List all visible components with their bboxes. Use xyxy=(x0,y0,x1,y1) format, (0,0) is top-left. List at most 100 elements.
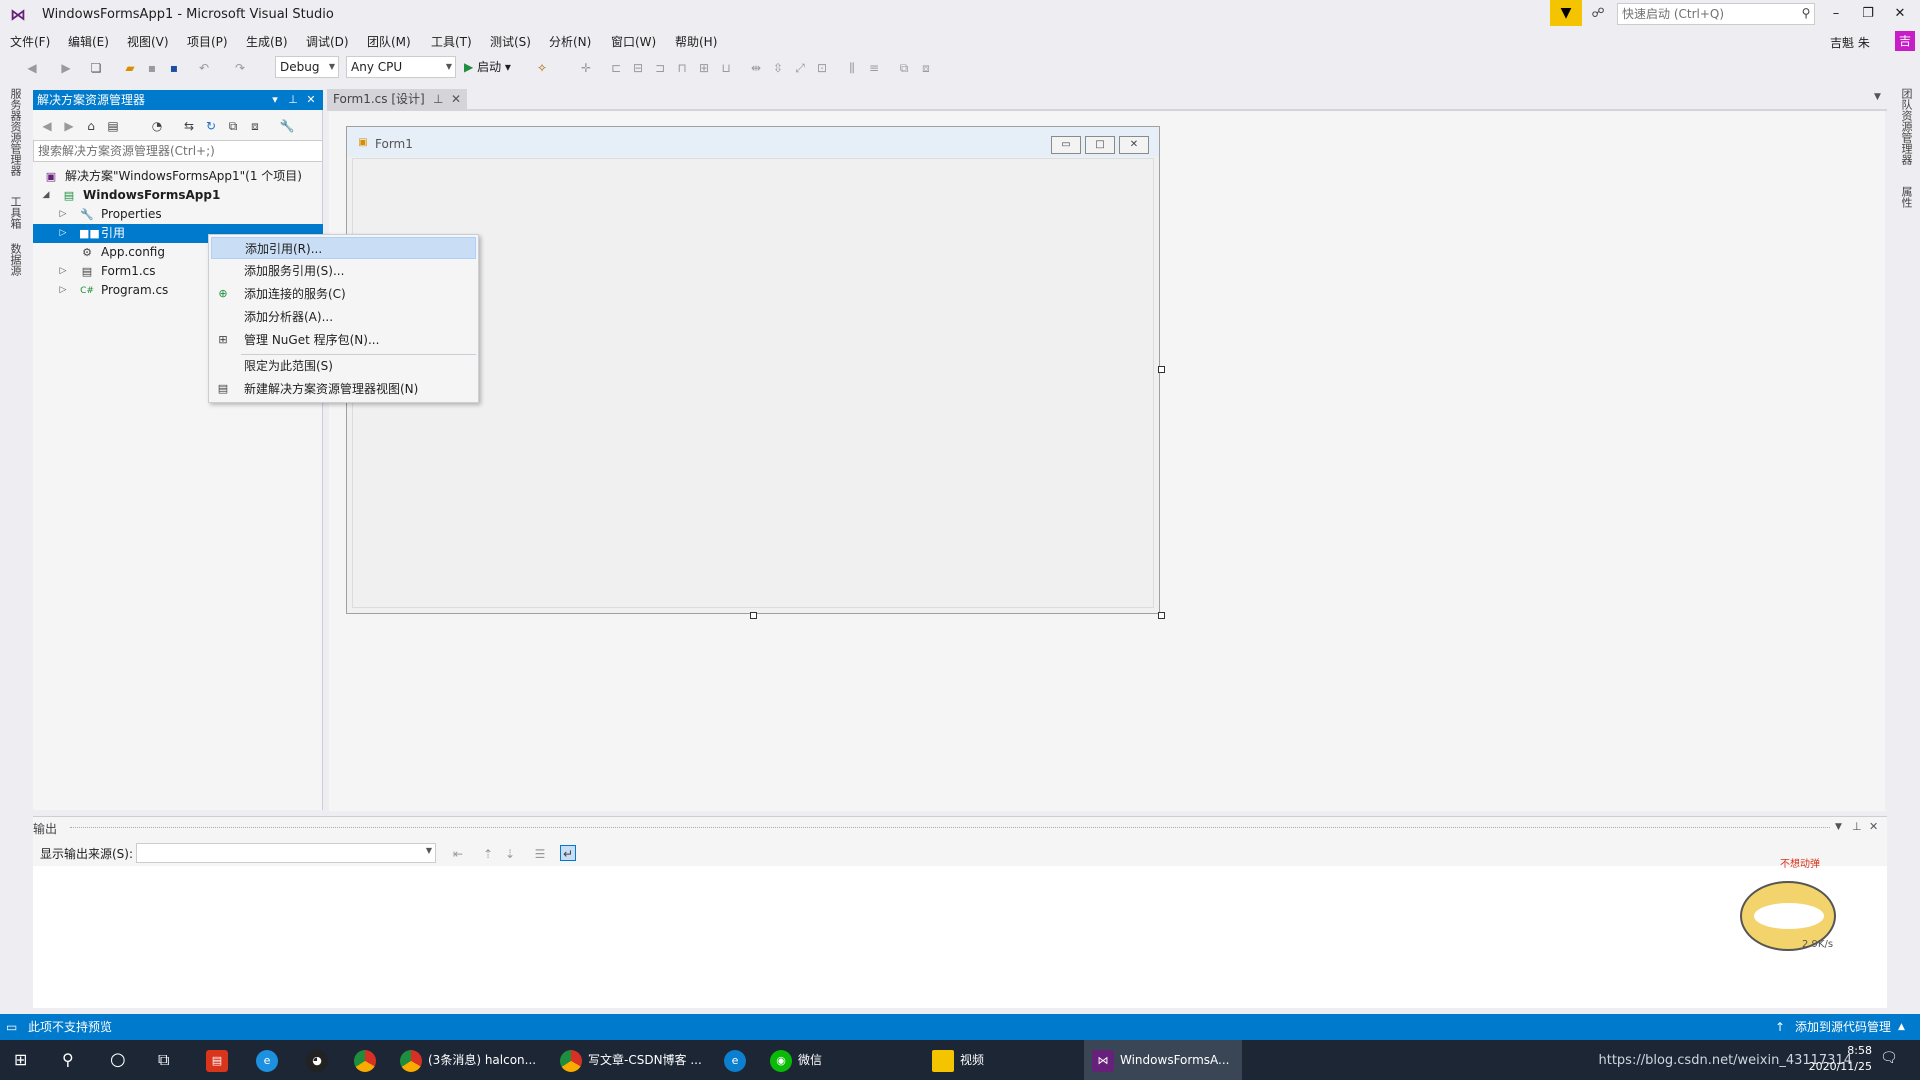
start-debug-button[interactable]: ▶ 启动 ▾ xyxy=(464,58,511,75)
close-icon[interactable]: ✕ xyxy=(303,90,319,110)
align-tops-icon[interactable]: ⊓ xyxy=(674,60,690,76)
tree-item-project[interactable]: ◢ ▤ WindowsFormsApp1 xyxy=(33,186,323,205)
expand-arrow-icon[interactable]: ◢ xyxy=(40,186,52,205)
tree-item-solution[interactable]: ▣ 解决方案"WindowsFormsApp1"(1 个项目) xyxy=(33,167,323,186)
clock-time[interactable]: 8:58 xyxy=(1809,1043,1872,1059)
close-icon[interactable]: ✕ xyxy=(451,89,461,109)
vertical-spacing-icon[interactable]: ≡ xyxy=(866,60,882,76)
pin-icon[interactable]: ⊥ xyxy=(1852,820,1862,833)
prev-message-icon[interactable]: ⇡ xyxy=(480,846,496,862)
menu-scope-to-this[interactable]: 限定为此范围(S) xyxy=(211,355,476,377)
new-project-icon[interactable]: ❏ xyxy=(88,60,104,76)
clear-all-icon[interactable]: ☰ xyxy=(532,846,548,862)
align-centers-icon[interactable]: ⊟ xyxy=(630,60,646,76)
pending-changes-icon[interactable]: ◔ xyxy=(149,118,165,134)
minimize-button[interactable]: – xyxy=(1820,2,1852,26)
ie-icon[interactable]: e xyxy=(256,1040,284,1080)
chevron-down-icon[interactable]: ▼ xyxy=(1874,92,1881,102)
qq-icon[interactable]: ◕ xyxy=(306,1040,334,1080)
menu-add-connected-service[interactable]: ⊕ 添加连接的服务(C) xyxy=(211,283,476,305)
app-red-icon[interactable]: ▤ xyxy=(206,1040,234,1080)
menu-team[interactable]: 团队(M) xyxy=(367,33,411,50)
menu-file[interactable]: 文件(F) xyxy=(10,33,50,50)
chevron-down-icon[interactable]: ▾ xyxy=(267,90,283,110)
taskbar-item-chrome-csdn[interactable]: 写文章-CSDN博客 ... xyxy=(560,1040,710,1080)
menu-build[interactable]: 生成(B) xyxy=(246,33,288,50)
tab-properties[interactable]: 属性 xyxy=(1898,186,1914,208)
taskbar-item-visual-studio[interactable]: ⋈ WindowsFormsA... xyxy=(1084,1040,1242,1080)
restore-button[interactable]: ❐ xyxy=(1852,2,1884,26)
close-button[interactable]: ✕ xyxy=(1884,2,1916,26)
menu-add-analyzer[interactable]: 添加分析器(A)... xyxy=(211,306,476,328)
word-wrap-icon[interactable]: ↵ xyxy=(560,845,576,861)
taskbar-item-wechat[interactable]: ◉ 微信 xyxy=(770,1040,920,1080)
show-all-files-icon[interactable]: ⧈ xyxy=(247,118,263,134)
search-icon[interactable]: ⚲ xyxy=(62,1040,74,1080)
menu-tools[interactable]: 工具(T) xyxy=(431,33,472,50)
pin-icon[interactable]: ⊥ xyxy=(433,89,443,109)
solution-explorer-search-input[interactable]: 搜索解决方案资源管理器(Ctrl+;) xyxy=(33,140,323,162)
horizontal-spacing-icon[interactable]: ⫼ xyxy=(844,60,860,76)
chevron-down-icon[interactable]: ▼ xyxy=(1835,822,1842,832)
open-file-icon[interactable]: ▰ xyxy=(122,60,138,76)
home-icon[interactable]: ⌂ xyxy=(83,118,99,134)
notification-filter-icon[interactable]: ▼ xyxy=(1550,0,1582,26)
send-to-back-icon[interactable]: ⧈ xyxy=(918,60,934,76)
solution-config-select[interactable]: Debug ▼ xyxy=(275,56,339,78)
resize-handle-right[interactable] xyxy=(1158,366,1165,373)
align-bottoms-icon[interactable]: ⊔ xyxy=(718,60,734,76)
clock-date[interactable]: 2020/11/25 xyxy=(1809,1059,1872,1075)
make-same-size-icon[interactable]: ⊡ xyxy=(814,60,830,76)
output-source-select[interactable]: ▼ xyxy=(136,843,436,863)
tree-item-properties[interactable]: ▷ 🔧 Properties xyxy=(33,205,323,224)
menu-new-explorer-view[interactable]: ▤ 新建解决方案资源管理器视图(N) xyxy=(211,378,476,400)
make-same-height-icon[interactable]: ⇳ xyxy=(770,60,786,76)
menu-manage-nuget[interactable]: ⊞ 管理 NuGet 程序包(N)... xyxy=(211,329,476,351)
forward-icon[interactable]: ▶ xyxy=(58,60,74,76)
align-rights-icon[interactable]: ⊐ xyxy=(652,60,668,76)
task-view-icon[interactable]: ⧉ xyxy=(158,1040,169,1080)
resize-handle-bottom[interactable] xyxy=(750,612,757,619)
output-text-area[interactable] xyxy=(33,866,1887,1008)
back-icon[interactable]: ◀ xyxy=(39,118,55,134)
menu-add-reference[interactable]: 添加引用(R)... xyxy=(211,237,476,259)
tab-data-sources[interactable]: 数据源 xyxy=(7,243,23,276)
windows-start-icon[interactable]: ⊞ xyxy=(14,1040,27,1080)
sync-icon[interactable]: ⇆ xyxy=(181,118,197,134)
switch-views-icon[interactable]: ▤ xyxy=(105,118,121,134)
find-message-icon[interactable]: ⇤ xyxy=(450,846,466,862)
pin-icon[interactable]: ⊥ xyxy=(285,90,301,110)
bring-to-front-icon[interactable]: ⧉ xyxy=(896,60,912,76)
save-all-icon[interactable]: ▪ xyxy=(166,60,182,76)
cortana-icon[interactable]: ○ xyxy=(110,1040,126,1080)
back-icon[interactable]: ◀ xyxy=(24,60,40,76)
resize-handle-corner[interactable] xyxy=(1158,612,1165,619)
tab-team-explorer[interactable]: 团队资源管理器 xyxy=(1898,88,1914,165)
make-same-width-icon[interactable]: ⇹ xyxy=(748,60,764,76)
notification-icon[interactable]: 🗨 xyxy=(1880,1050,1898,1066)
add-to-source-control[interactable]: 添加到源代码管理 xyxy=(1795,1014,1891,1040)
menu-edit[interactable]: 编辑(E) xyxy=(68,33,109,50)
collapse-arrow-icon[interactable]: ▷ xyxy=(57,224,69,243)
next-message-icon[interactable]: ⇣ xyxy=(502,846,518,862)
save-icon[interactable]: ▪ xyxy=(144,60,160,76)
taskbar-item-chrome-halcon[interactable]: (3条消息) halcon... xyxy=(400,1040,550,1080)
tab-form1-designer[interactable]: Form1.cs [设计] ⊥ ✕ xyxy=(327,89,467,109)
avatar[interactable]: 吉 xyxy=(1895,31,1915,51)
menu-help[interactable]: 帮助(H) xyxy=(675,33,717,50)
find-icon[interactable]: ✧ xyxy=(534,60,550,76)
redo-icon[interactable]: ↷ xyxy=(232,60,248,76)
align-middles-icon[interactable]: ⊞ xyxy=(696,60,712,76)
menu-project[interactable]: 项目(P) xyxy=(187,33,228,50)
tab-toolbox[interactable]: 工具箱 xyxy=(7,196,23,229)
collapse-arrow-icon[interactable]: ▷ xyxy=(57,205,69,224)
forward-icon[interactable]: ▶ xyxy=(61,118,77,134)
align-lefts-icon[interactable]: ⊏ xyxy=(608,60,624,76)
chevron-up-icon[interactable]: ▲ xyxy=(1898,1014,1905,1040)
menu-view[interactable]: 视图(V) xyxy=(127,33,169,50)
menu-window[interactable]: 窗口(W) xyxy=(611,33,656,50)
platform-select[interactable]: Any CPU ▼ xyxy=(346,56,456,78)
user-name[interactable]: 吉魁 朱 xyxy=(1830,34,1870,51)
menu-debug[interactable]: 调试(D) xyxy=(306,33,349,50)
search-icon[interactable]: ⚲ xyxy=(1798,5,1814,21)
